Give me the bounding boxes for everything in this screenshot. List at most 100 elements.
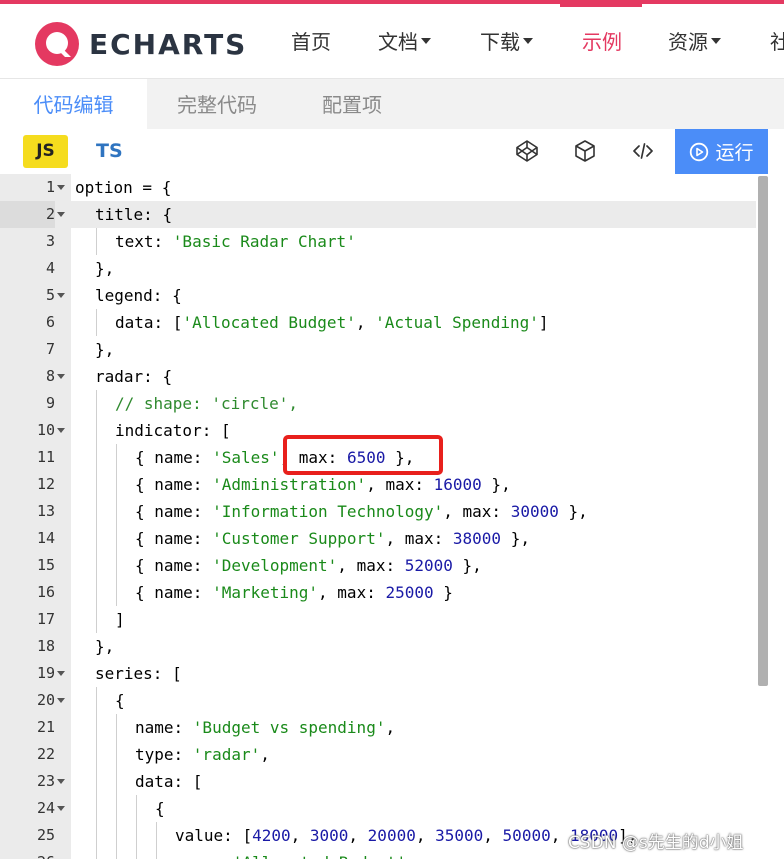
nav-home[interactable]: 首页 (291, 26, 331, 55)
code-text: { (115, 687, 125, 714)
lang-ts-button[interactable]: TS (96, 135, 123, 168)
code-line[interactable]: 20 { (0, 687, 756, 714)
code-token: : (192, 448, 213, 467)
code-line[interactable]: 6 data: ['Allocated Budget', 'Actual Spen… (0, 309, 756, 336)
code-text: indicator: [ (115, 417, 231, 444)
line-number: 22 (36, 745, 55, 763)
fold-toggle-icon[interactable] (57, 779, 65, 784)
code-token: 'Administration' (212, 475, 367, 494)
code-line[interactable]: 22 type: 'radar', (0, 741, 756, 768)
code-line[interactable]: 15 { name: 'Development', max: 52000 }, (0, 552, 756, 579)
code-token: 30000 (510, 502, 559, 521)
code-editor[interactable]: 1 option = {2 title: {3 text: 'Basic Radar … (0, 174, 784, 859)
code-line[interactable]: 14 { name: 'Customer Support', max: 38000… (0, 525, 756, 552)
indent-guide (116, 714, 117, 741)
tab-full-code[interactable]: 完整代码 (177, 79, 257, 129)
nav-resources[interactable]: 资源 (668, 26, 721, 55)
code-token: ] (115, 610, 125, 629)
code-line[interactable]: 7}, (0, 336, 756, 363)
line-number: 12 (36, 475, 55, 493)
code-line[interactable]: 4}, (0, 255, 756, 282)
nav-docs[interactable]: 文档 (378, 26, 431, 55)
code-text: radar: { (95, 363, 172, 390)
code-line[interactable]: 9 // shape: 'circle', (0, 390, 756, 417)
fold-toggle-icon[interactable] (57, 671, 65, 676)
line-number: 25 (36, 826, 55, 844)
code-token: max (462, 502, 492, 521)
code-line[interactable]: 1 option = { (0, 174, 756, 201)
code-token: 4200 (252, 826, 291, 845)
code-line[interactable]: 17] (0, 606, 756, 633)
code-line[interactable]: 12 { name: 'Administration', max: 16000 }… (0, 471, 756, 498)
code-token: }, (95, 259, 115, 278)
code-token: name (154, 448, 193, 467)
tab-options-label: 配置项 (322, 93, 382, 117)
code-line[interactable]: 13 { name: 'Information Technology', max:… (0, 498, 756, 525)
code-token: : (491, 502, 511, 521)
echarts-logo[interactable]: ECHARTS (33, 20, 247, 68)
code-token: { (135, 556, 155, 575)
code-token: , (260, 745, 270, 764)
code-token: { (115, 691, 125, 710)
nav-community[interactable]: 社 (770, 26, 784, 55)
code-line[interactable]: 21 name: 'Budget vs spending', (0, 714, 756, 741)
code-text: ] (115, 606, 125, 633)
scrollbar-thumb[interactable] (758, 176, 768, 686)
fold-toggle-icon[interactable] (57, 698, 65, 703)
code-token: }, (501, 529, 530, 548)
code-token: // shape: 'circle', (115, 394, 299, 413)
code-line[interactable]: 16 { name: 'Marketing', max: 25000 } (0, 579, 756, 606)
code-text: series: [ (95, 660, 182, 687)
fold-toggle-icon[interactable] (57, 185, 65, 190)
code-line[interactable]: 23 data: [ (0, 768, 756, 795)
code-line[interactable]: 18}, (0, 633, 756, 660)
indent-guide (136, 849, 137, 859)
code-line[interactable]: 24 { (0, 795, 756, 822)
lang-js-button[interactable]: JS (23, 135, 68, 168)
code-line[interactable]: 5 legend: { (0, 282, 756, 309)
code-token: name (135, 718, 174, 737)
codesandbox-icon[interactable] (573, 139, 597, 163)
nav-download[interactable]: 下载 (480, 26, 533, 55)
code-token: : [ (153, 313, 183, 332)
line-number: 8 (45, 367, 55, 385)
line-number: 19 (36, 664, 55, 682)
code-line[interactable]: 19 series: [ (0, 660, 756, 687)
indent-guide (116, 444, 117, 471)
nav-resources-label: 资源 (668, 30, 708, 54)
tab-options[interactable]: 配置项 (322, 79, 382, 129)
fold-toggle-icon[interactable] (57, 293, 65, 298)
code-token: value (175, 826, 224, 845)
code-token: }, (481, 475, 511, 494)
code-token: , (290, 826, 310, 845)
nav-examples[interactable]: 示例 (560, 4, 642, 55)
code-token: : [ (201, 421, 231, 440)
line-number: 9 (45, 394, 55, 412)
codepen-icon[interactable] (515, 139, 539, 163)
code-text: text: 'Basic Radar Chart' (115, 228, 356, 255)
code-token: text (115, 232, 154, 251)
run-button[interactable]: 运行 (675, 129, 768, 174)
code-line[interactable]: 3 text: 'Basic Radar Chart' (0, 228, 756, 255)
code-line[interactable]: 8 radar: { (0, 363, 756, 390)
code-token: : (192, 583, 213, 602)
tab-code-edit[interactable]: 代码编辑 (0, 79, 147, 129)
code-token: }, (95, 340, 115, 359)
indent-guide (96, 579, 97, 606)
embed-code-icon[interactable] (631, 139, 655, 163)
indent-guide (96, 417, 97, 444)
code-token: : (192, 475, 213, 494)
code-token: : [ (223, 826, 253, 845)
editor-tabs: 代码编辑 完整代码 配置项 (0, 79, 784, 129)
code-text: legend: { (95, 282, 182, 309)
fold-toggle-icon[interactable] (57, 428, 65, 433)
fold-toggle-icon[interactable] (57, 374, 65, 379)
line-number: 17 (36, 610, 55, 628)
code-line[interactable]: 2 title: { (0, 201, 756, 228)
code-token: max (356, 556, 386, 575)
code-text: { name: 'Development', max: 52000 }, (135, 552, 482, 579)
fold-toggle-icon[interactable] (57, 806, 65, 811)
code-token: name (154, 583, 193, 602)
code-token: } (433, 583, 453, 602)
fold-toggle-icon[interactable] (57, 212, 65, 217)
